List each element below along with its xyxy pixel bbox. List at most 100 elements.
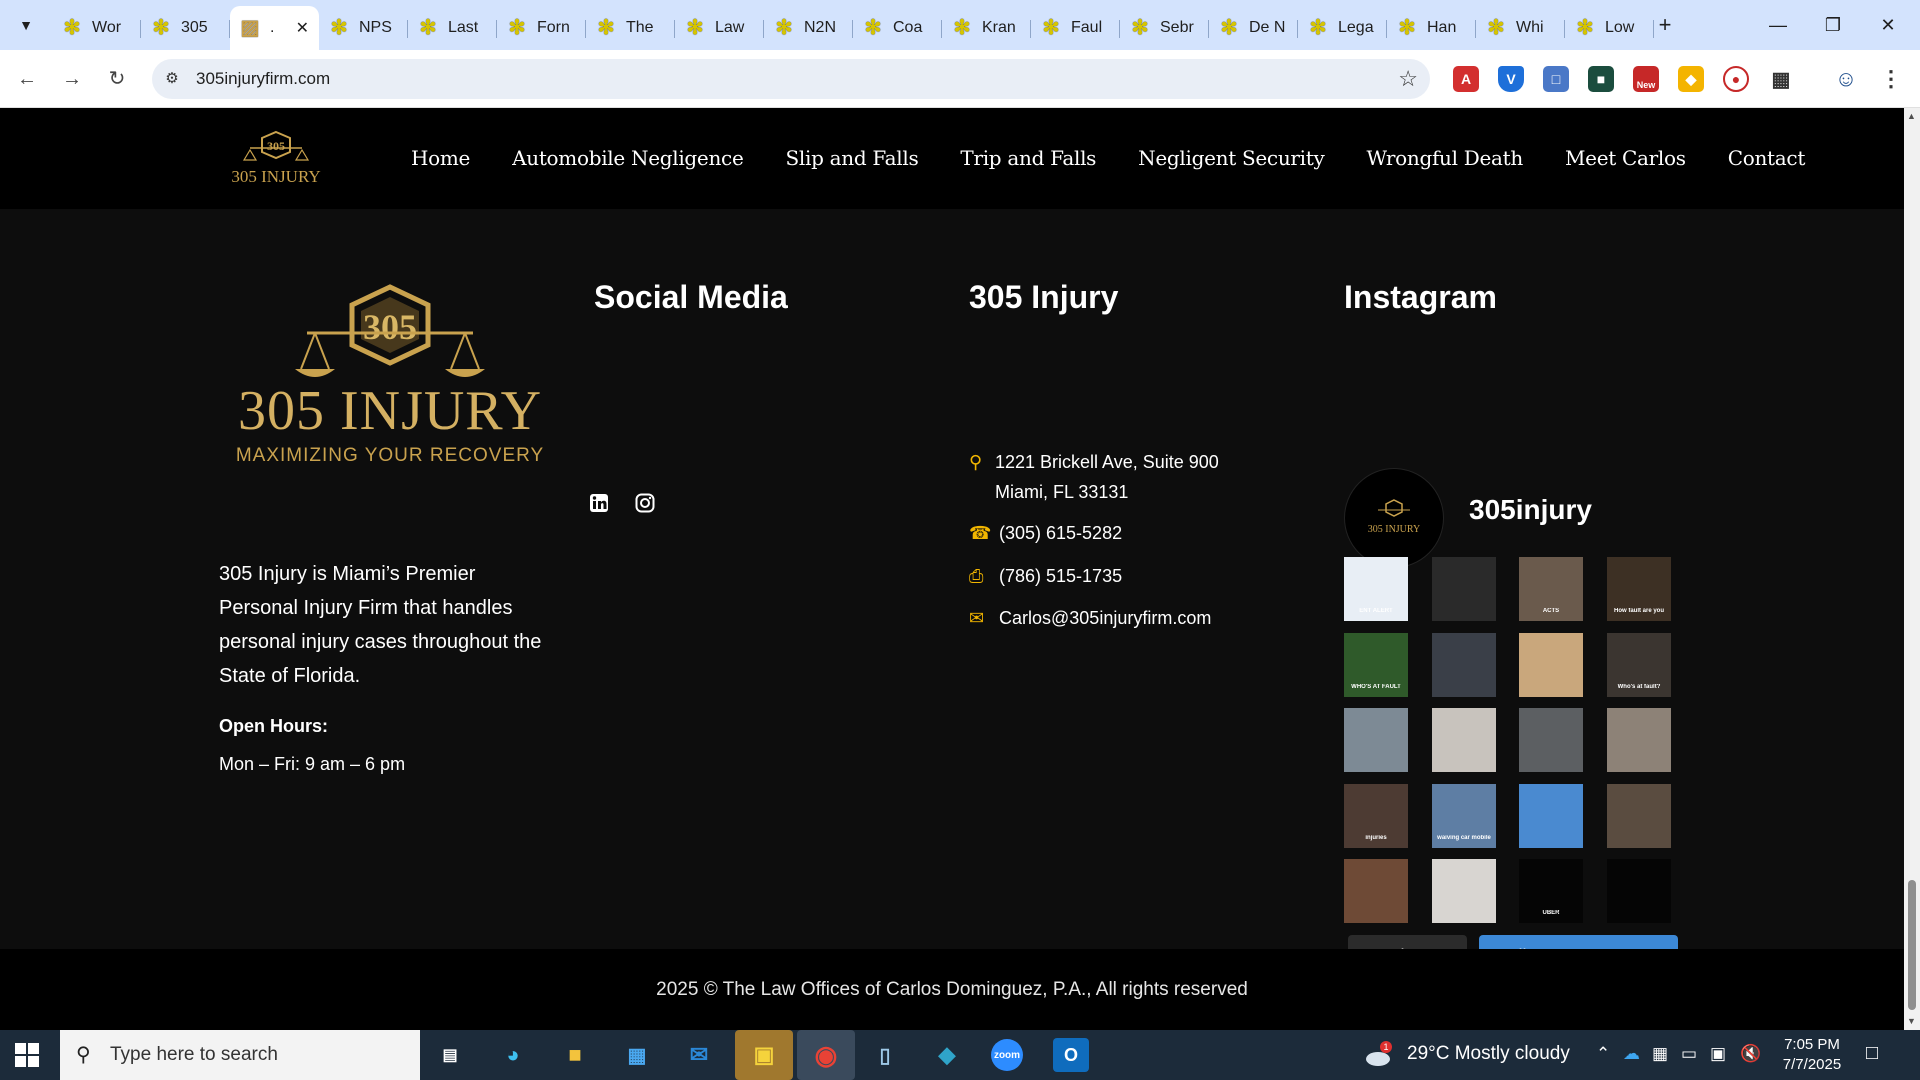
yellow-extension-icon[interactable]: ◆ <box>1678 66 1704 92</box>
bookmark-star-icon[interactable]: ☆ <box>1398 66 1418 92</box>
instagram-thumbnail[interactable] <box>1344 859 1408 923</box>
instagram-avatar[interactable]: 305 INJURY <box>1344 468 1444 568</box>
blue-app-icon[interactable]: ◆ <box>929 1038 965 1072</box>
onedrive-cloud-icon[interactable]: ☁ <box>1623 1044 1640 1064</box>
new-extension-icon[interactable]: New <box>1633 66 1659 92</box>
nav-link-trip-and-falls[interactable]: Trip and Falls <box>960 146 1096 170</box>
task-view-icon[interactable]: ▤ <box>432 1038 468 1072</box>
weather-cloud-icon[interactable]: 1 <box>1364 1040 1394 1068</box>
close-window-button[interactable]: ✕ <box>1868 10 1908 40</box>
sticky-notes-icon[interactable]: ▣ <box>735 1030 793 1080</box>
instagram-thumbnail[interactable] <box>1607 784 1671 848</box>
tab[interactable]: ✻ Sebr <box>1120 6 1209 50</box>
pdf-extension-icon[interactable]: A <box>1453 66 1479 92</box>
nav-link-negligent-security[interactable]: Negligent Security <box>1138 146 1325 170</box>
scroll-thumb[interactable] <box>1908 880 1916 1010</box>
instagram-thumbnail[interactable]: WHO'S AT FAULT <box>1344 633 1408 697</box>
chrome-icon[interactable]: ◉ <box>797 1030 855 1080</box>
minimize-button[interactable]: — <box>1758 10 1798 40</box>
nav-link-automobile-negligence[interactable]: Automobile Negligence <box>512 146 744 170</box>
chevron-up-icon[interactable]: ⌃ <box>1596 1044 1610 1064</box>
extensions-puzzle-icon[interactable]: ▦ <box>1768 66 1794 92</box>
tab[interactable]: ✻ 305 <box>141 6 230 50</box>
windows-start-icon[interactable] <box>14 1042 40 1068</box>
tab-active[interactable]: ▨. ✕ <box>230 6 319 50</box>
instagram-thumbnail[interactable] <box>1432 633 1496 697</box>
tab-search-button[interactable]: ▼ <box>12 11 40 39</box>
tab[interactable]: ✻ Lega <box>1298 6 1387 50</box>
camera-extension-icon[interactable]: ■ <box>1588 66 1614 92</box>
tab[interactable]: ✻ Low <box>1565 6 1654 50</box>
microsoft-store-icon[interactable]: ▦ <box>619 1038 655 1072</box>
close-tab-icon[interactable]: ✕ <box>296 18 309 38</box>
tab[interactable]: ✻ De N <box>1209 6 1298 50</box>
weather-text[interactable]: 29°C Mostly cloudy <box>1407 1043 1570 1065</box>
notifications-icon[interactable]: □ <box>1866 1042 1878 1065</box>
tab[interactable]: ✻ Last <box>408 6 497 50</box>
instagram-thumbnail[interactable] <box>1519 633 1583 697</box>
instagram-thumbnail[interactable]: UBER <box>1519 859 1583 923</box>
email-value[interactable]: Carlos@305injuryfirm.com <box>999 603 1211 633</box>
network-icon[interactable]: ▣ <box>1710 1044 1726 1064</box>
instagram-thumbnail[interactable]: injuries <box>1344 784 1408 848</box>
menu-kebab-icon[interactable]: ⋮ <box>1878 66 1904 92</box>
instagram-thumbnail[interactable]: How fault are you <box>1607 557 1671 621</box>
battery-icon[interactable]: ▭ <box>1681 1044 1697 1064</box>
meet-now-icon[interactable]: ▦ <box>1652 1044 1668 1064</box>
scroll-down-icon[interactable]: ▼ <box>1907 1016 1916 1026</box>
instagram-icon[interactable] <box>634 492 656 514</box>
instagram-thumbnail[interactable] <box>1432 708 1496 772</box>
profile-icon[interactable]: ☺ <box>1833 66 1859 92</box>
instagram-thumbnail[interactable] <box>1344 708 1408 772</box>
mail-icon[interactable]: ✉ <box>681 1038 717 1072</box>
tab[interactable]: ✻ Whi <box>1476 6 1565 50</box>
tab[interactable]: ✻ Coa <box>853 6 942 50</box>
page-scrollbar[interactable]: ▲ ▼ <box>1904 108 1920 1030</box>
document-extension-icon[interactable]: □ <box>1543 66 1569 92</box>
tab[interactable]: ✻ Kran <box>942 6 1031 50</box>
tab[interactable]: ✻ N2N <box>764 6 853 50</box>
instagram-thumbnail[interactable] <box>1519 784 1583 848</box>
phone-row[interactable]: ☎ (305) 615-5282 <box>969 518 1122 548</box>
url-text[interactable]: 305injuryfirm.com <box>196 69 330 89</box>
taskbar-search-placeholder[interactable]: Type here to search <box>110 1044 278 1066</box>
edge-icon[interactable]: ◕ <box>495 1038 531 1072</box>
pokeball-extension-icon[interactable]: ● <box>1723 66 1749 92</box>
forward-button[interactable]: → <box>57 64 87 94</box>
nav-link-meet-carlos[interactable]: Meet Carlos <box>1565 146 1686 170</box>
zoom-icon[interactable]: zoom <box>991 1039 1023 1071</box>
nav-link-contact[interactable]: Contact <box>1728 146 1806 170</box>
instagram-thumbnail[interactable]: ENT ALERT <box>1344 557 1408 621</box>
nav-link-slip-and-falls[interactable]: Slip and Falls <box>785 146 918 170</box>
system-clock[interactable]: 7:05 PM 7/7/2025 <box>1772 1035 1852 1075</box>
instagram-thumbnail[interactable]: Who's at fault? <box>1607 633 1671 697</box>
nav-link-home[interactable]: Home <box>411 146 470 170</box>
notepad-icon[interactable]: ▯ <box>867 1038 903 1072</box>
file-explorer-icon[interactable]: ■ <box>557 1038 593 1072</box>
tab[interactable]: ✻ Han <box>1387 6 1476 50</box>
new-tab-button[interactable]: + <box>1652 12 1678 38</box>
scroll-up-icon[interactable]: ▲ <box>1907 111 1916 121</box>
tab[interactable]: ✻ Law <box>675 6 764 50</box>
nav-link-wrongful-death[interactable]: Wrongful Death <box>1367 146 1524 170</box>
instagram-thumbnail[interactable] <box>1432 859 1496 923</box>
instagram-thumbnail[interactable] <box>1607 708 1671 772</box>
reload-button[interactable]: ↻ <box>102 64 132 94</box>
outlook-icon[interactable]: O <box>1053 1038 1089 1072</box>
header-logo[interactable]: 305 305 INJURY <box>220 128 332 188</box>
back-button[interactable]: ← <box>12 64 42 94</box>
tab[interactable]: ✻ Forn <box>497 6 586 50</box>
instagram-thumbnail[interactable]: ACTS <box>1519 557 1583 621</box>
site-info-icon[interactable]: ⚙ <box>162 69 182 89</box>
taskbar-search[interactable]: ⚲ Type here to search <box>60 1030 420 1080</box>
email-row[interactable]: ✉ Carlos@305injuryfirm.com <box>969 603 1211 633</box>
instagram-thumbnail[interactable]: waiving car mobile <box>1432 784 1496 848</box>
phone-value[interactable]: (305) 615-5282 <box>999 518 1122 548</box>
tab[interactable]: ✻ The <box>586 6 675 50</box>
tab[interactable]: ✻ NPS <box>319 6 408 50</box>
tab[interactable]: ✻ Wor <box>52 6 141 50</box>
volume-muted-icon[interactable]: 🔇 <box>1740 1044 1761 1064</box>
tab[interactable]: ✻ Faul <box>1031 6 1120 50</box>
linkedin-icon[interactable] <box>588 492 610 514</box>
shield-extension-icon[interactable]: V <box>1498 66 1524 92</box>
